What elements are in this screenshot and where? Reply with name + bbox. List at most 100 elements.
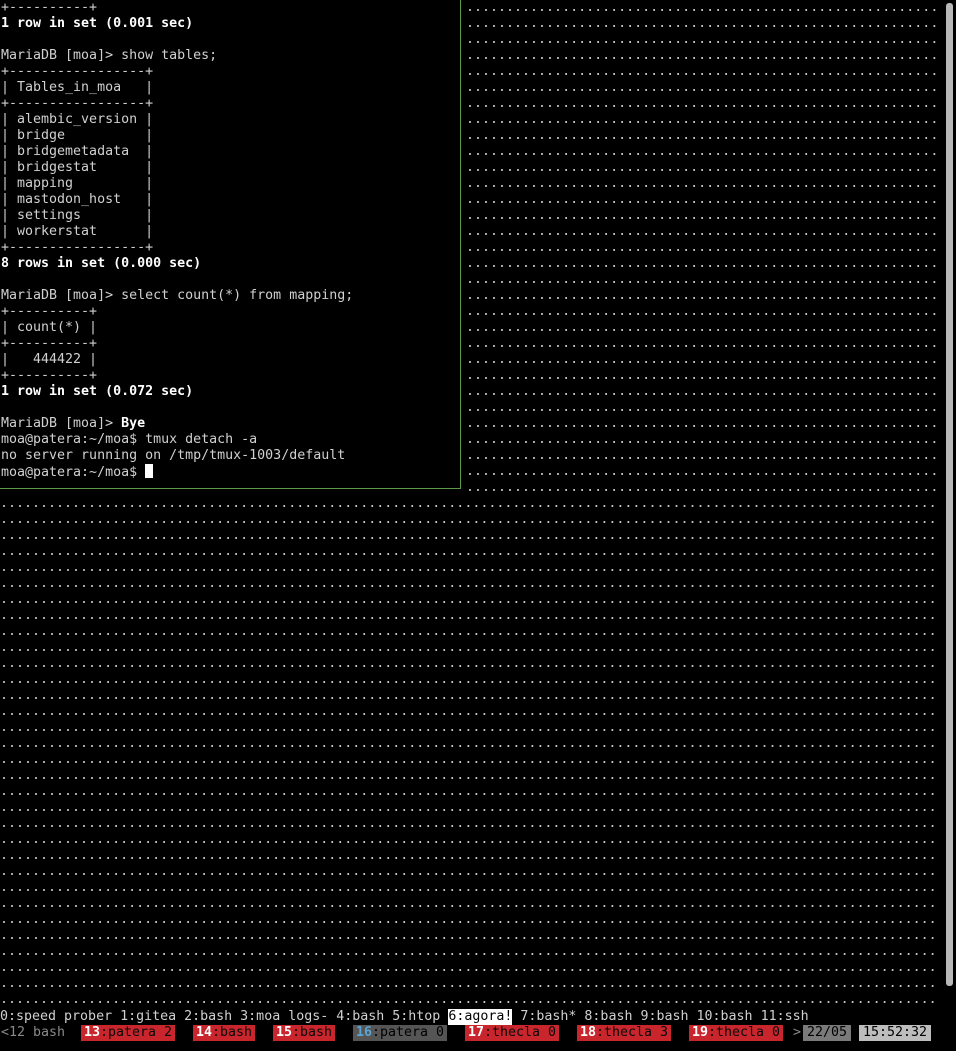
pane-border-horizontal (0, 488, 461, 489)
status-more-arrow: > (793, 1025, 802, 1040)
filler-row: ........................................… (0, 848, 937, 863)
terminal-line: | alembic_version | (0, 112, 460, 128)
filler-row: ........................................… (466, 208, 939, 223)
scrollbar[interactable] (946, 3, 953, 986)
terminal-line-text: no server running on /tmp/tmux-1003/defa… (1, 448, 346, 463)
terminal-line: | Tables_in_moa | (0, 80, 460, 96)
filler-row: ........................................… (0, 816, 937, 831)
filler-row: ........................................… (466, 256, 939, 271)
tmux-session-14[interactable]: 14:bash (193, 1025, 256, 1041)
filler-row: ........................................… (0, 576, 937, 591)
tmux-window-tab[interactable]: 2:bash (184, 1009, 232, 1025)
terminal-line-text: | mapping | (1, 176, 154, 191)
session-name: :thecla 0 (708, 1025, 781, 1040)
filler-row: ........................................… (466, 400, 939, 415)
tmux-window-tab[interactable]: 7:bash* (520, 1009, 576, 1025)
terminal-line-text: moa@patera:~/moa$ tmux detach -a (1, 432, 258, 447)
filler-row: ........................................… (466, 48, 939, 63)
tmux-session-13[interactable]: 13:patera 2 (81, 1025, 176, 1041)
filler-row: ........................................… (0, 832, 937, 847)
terminal-line-text: +----------+ (1, 336, 98, 351)
tmux-session-19[interactable]: 19:thecla 0 (689, 1025, 784, 1041)
terminal-line: moa@patera:~/moa$ tmux detach -a (0, 432, 460, 448)
filler-row: ........................................… (0, 592, 937, 607)
filler-row: ........................................… (466, 416, 939, 431)
terminal-line-text: | workerstat | (1, 224, 154, 239)
tmux-window-tab[interactable]: 6:agora! (448, 1009, 513, 1025)
tmux-session-15[interactable]: 15:bash (273, 1025, 336, 1041)
status-left-label: <12 bash (1, 1025, 66, 1040)
filler-row: ........................................… (0, 608, 937, 623)
terminal-line: +-----------------+ (0, 240, 460, 256)
terminal-line-bold-text: Bye (121, 416, 146, 431)
terminal-line-text: | alembic_version | (1, 112, 154, 127)
filler-row: ........................................… (0, 704, 937, 719)
terminal-line: +-----------------+ (0, 96, 460, 112)
filler-row: ........................................… (466, 384, 939, 399)
filler-row: ........................................… (466, 368, 939, 383)
terminal-line: MariaDB [moa]> Bye (0, 416, 460, 432)
filler-row: ........................................… (0, 752, 937, 767)
terminal-line: | bridgestat | (0, 160, 460, 176)
tmux-window-tab[interactable]: 1:gitea (120, 1009, 176, 1025)
tmux-status-bar: <12 bash 13:patera 2 14:bash 15:bash 16:pat… (0, 1025, 956, 1041)
filler-row: ........................................… (0, 672, 937, 687)
terminal-line: +----------+ (0, 0, 460, 16)
filler-row: ........................................… (0, 864, 937, 879)
filler-row: ........................................… (466, 320, 939, 335)
filler-row: ........................................… (0, 768, 937, 783)
tmux-window-tab[interactable]: 10:bash (697, 1009, 753, 1025)
filler-row: ........................................… (0, 528, 937, 543)
pane-border-vertical (460, 0, 461, 489)
tmux-window-tab[interactable]: 5:htop (392, 1009, 440, 1025)
filler-row: ........................................… (466, 432, 939, 447)
terminal-line-text: +----------+ (1, 304, 98, 319)
tmux-window-tab[interactable]: 4:bash (336, 1009, 384, 1025)
tmux-window-tab[interactable]: 9:bash (640, 1009, 688, 1025)
terminal-pane[interactable]: +----------+ 1 row in set (0.001 sec) Mari… (0, 0, 460, 488)
session-number: 18 (580, 1025, 597, 1040)
tmux-session-16[interactable]: 16:patera 0 (353, 1025, 448, 1041)
filler-row: ........................................… (466, 288, 939, 303)
terminal-line-text: MariaDB [moa]> show tables; (1, 48, 218, 63)
session-name: :thecla 0 (484, 1025, 557, 1040)
filler-row: ........................................… (466, 80, 939, 95)
tmux-session-18[interactable]: 18:thecla 3 (577, 1025, 672, 1041)
filler-row: ........................................… (0, 784, 937, 799)
terminal-line: | settings | (0, 208, 460, 224)
session-number: 13 (84, 1025, 101, 1040)
terminal-line: MariaDB [moa]> select count(*) from mapp… (0, 288, 460, 304)
terminal-line: no server running on /tmp/tmux-1003/defa… (0, 448, 460, 464)
filler-row: ........................................… (0, 944, 937, 959)
filler-row: ........................................… (466, 144, 939, 159)
filler-row: ........................................… (466, 480, 939, 495)
filler-row: ........................................… (466, 160, 939, 175)
filler-row: ........................................… (466, 192, 939, 207)
terminal-line-text: | bridgemetadata | (1, 144, 154, 159)
session-name: :bash (292, 1025, 333, 1040)
tmux-window-tab[interactable]: 11:ssh (761, 1009, 809, 1025)
session-name: :bash (212, 1025, 253, 1040)
tmux-window-tab[interactable]: 8:bash (584, 1009, 632, 1025)
filler-row: ........................................… (466, 0, 939, 15)
filler-row: ........................................… (0, 640, 937, 655)
tmux-session-17[interactable]: 17:thecla 0 (465, 1025, 560, 1041)
terminal-line-text: | bridgestat | (1, 160, 154, 175)
terminal-line: +----------+ (0, 336, 460, 352)
terminal-line-text: MariaDB [moa]> (1, 416, 122, 431)
terminal-line-text: +----------+ (1, 0, 98, 15)
unused-area-right: ........................................… (466, 0, 940, 496)
terminal-cursor (145, 464, 154, 478)
tmux-window-tab[interactable]: 0:speed prober (0, 1009, 112, 1025)
filler-row: ........................................… (466, 272, 939, 287)
terminal-line-text: | bridge | (1, 128, 154, 143)
filler-row: ........................................… (0, 544, 937, 559)
filler-row: ........................................… (466, 32, 939, 47)
filler-row: ........................................… (466, 64, 939, 79)
terminal-line: moa@patera:~/moa$ (0, 464, 460, 480)
terminal-line: 1 row in set (0.001 sec) (0, 16, 460, 32)
terminal-line-text: +----------+ (1, 368, 98, 383)
tmux-window-tab[interactable]: 3:moa logs- (240, 1009, 328, 1025)
